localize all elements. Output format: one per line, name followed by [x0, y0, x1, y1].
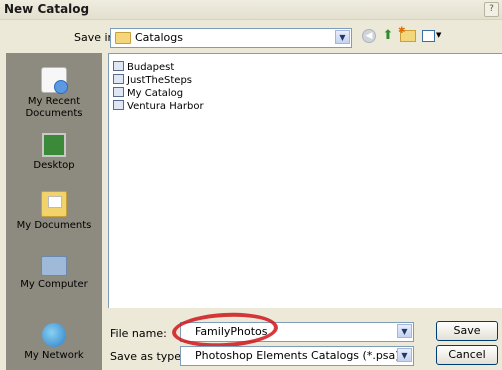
places-bar: My Recent Documents Desktop My Documents… [6, 53, 102, 370]
place-label: Desktop [33, 160, 75, 171]
place-my-documents[interactable]: My Documents [6, 191, 102, 232]
save-as-type-label: Save as type: [110, 350, 185, 363]
file-name: My Catalog [127, 88, 184, 99]
save-in-value: Catalogs [135, 31, 183, 44]
place-label: My Network [24, 350, 84, 361]
place-label: My Documents [16, 220, 92, 231]
list-item[interactable]: JustTheSteps [113, 74, 192, 87]
place-my-recent-documents[interactable]: My Recent Documents [6, 67, 102, 120]
my-computer-icon [41, 256, 67, 276]
new-catalog-dialog: New Catalog ? Save in: Catalogs ▼ ◀ ⬆ ✱ … [0, 0, 502, 370]
window-title: New Catalog [4, 2, 90, 16]
save-button[interactable]: Save [436, 321, 498, 341]
chevron-down-icon[interactable]: ▼ [397, 348, 412, 362]
file-name: JustTheSteps [127, 75, 192, 86]
recent-documents-icon [41, 67, 68, 94]
chevron-down-icon[interactable]: ▼ [397, 324, 412, 338]
place-my-network[interactable]: My Network [6, 323, 102, 362]
up-folder-icon[interactable]: ⬆ [381, 28, 395, 44]
save-in-dropdown[interactable]: Catalogs ▼ [110, 28, 352, 48]
help-button[interactable]: ? [484, 2, 499, 17]
place-desktop[interactable]: Desktop [6, 133, 102, 172]
my-documents-icon [41, 191, 67, 217]
folder-icon [115, 32, 131, 44]
save-as-type-value: Photoshop Elements Catalogs (*.psa) [195, 349, 400, 362]
save-as-type-dropdown[interactable]: Photoshop Elements Catalogs (*.psa) ▼ [180, 346, 414, 366]
file-name: Budapest [127, 62, 175, 73]
place-label: My Recent Documents [25, 96, 83, 119]
place-my-computer[interactable]: My Computer [6, 253, 102, 291]
file-name: Ventura Harbor [127, 101, 204, 112]
list-item[interactable]: Ventura Harbor [113, 100, 204, 113]
file-name-label: File name: [110, 327, 167, 340]
place-label: My Computer [20, 279, 88, 290]
highlight-circle [171, 310, 279, 350]
file-list[interactable]: Budapest JustTheSteps My Catalog Ventura… [108, 53, 502, 308]
views-menu-icon[interactable] [422, 30, 435, 42]
back-icon[interactable]: ◀ [362, 29, 376, 43]
desktop-icon [42, 133, 66, 157]
catalog-file-icon [113, 74, 124, 84]
catalog-file-icon [113, 100, 124, 110]
list-item[interactable]: Budapest [113, 61, 174, 74]
list-item[interactable]: My Catalog [113, 87, 183, 100]
catalog-file-icon [113, 61, 124, 71]
title-bar: New Catalog ? [0, 0, 502, 20]
views-dropdown-icon[interactable]: ▼ [436, 31, 441, 39]
chevron-down-icon[interactable]: ▼ [335, 30, 350, 44]
cancel-button[interactable]: Cancel [436, 345, 498, 365]
new-folder-icon[interactable]: ✱ [398, 26, 416, 42]
my-network-icon [42, 323, 66, 347]
catalog-file-icon [113, 87, 124, 97]
